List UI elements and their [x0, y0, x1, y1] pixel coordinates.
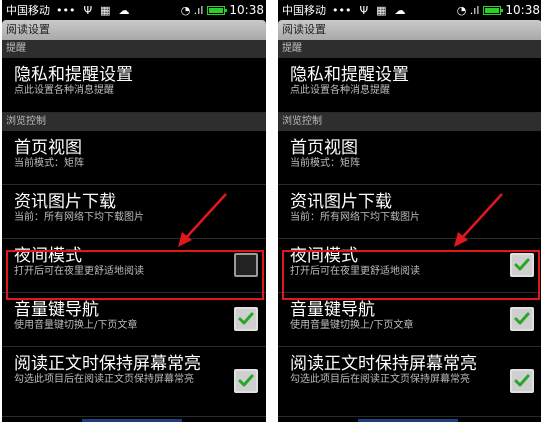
screen-on-title: 阅读正文时保持屏幕常亮: [290, 354, 477, 374]
home-view-setting[interactable]: 首页视图 当前模式：矩阵: [2, 131, 266, 185]
grid-icon: ▦: [376, 3, 387, 17]
page-title: 阅读设置: [278, 20, 541, 40]
volume-nav-subtitle: 使用音量键切换上/下页文章: [14, 320, 138, 331]
more-icon: •••: [56, 3, 76, 17]
privacy-subtitle: 点此设置各种消息提醒: [14, 85, 114, 96]
usb-icon: Ψ: [83, 3, 93, 17]
cat-icon: ☁: [118, 3, 130, 17]
clock: 10:38: [505, 3, 540, 17]
more-icon: •••: [332, 3, 352, 17]
volume-nav-checkbox[interactable]: [510, 306, 534, 331]
carrier-name: 中国移动: [282, 4, 326, 17]
cat-icon: ☁: [394, 3, 406, 17]
screen-on-setting[interactable]: 阅读正文时保持屏幕常亮 勾选此项目后在阅读正文页保持屏幕常亮: [2, 347, 266, 417]
privacy-reminder-setting[interactable]: 隐私和提醒设置 点此设置各种消息提醒: [278, 58, 541, 113]
checkmark-icon: [514, 374, 530, 386]
usb-icon: Ψ: [359, 3, 369, 17]
home-view-title: 首页视图: [290, 138, 358, 158]
status-bar: 中国移动 ••• Ψ ▦ ☁ ◔ .ıl 10:38: [278, 0, 541, 20]
privacy-title: 隐私和提醒设置: [14, 65, 133, 85]
wifi-signal-icon: ◔ .ıl: [180, 3, 204, 17]
highlight-box: [282, 250, 540, 300]
checkmark-icon: [238, 312, 254, 324]
home-view-subtitle: 当前模式：矩阵: [290, 158, 360, 169]
screen-on-checkbox[interactable]: [234, 368, 258, 393]
carrier-name: 中国移动: [6, 4, 50, 17]
status-bar: 中国移动 ••• Ψ ▦ ☁ ◔ .ıl 10:38: [2, 0, 266, 20]
battery-icon: [483, 5, 504, 15]
page-title: 阅读设置: [2, 20, 266, 40]
privacy-subtitle: 点此设置各种消息提醒: [290, 85, 390, 96]
section-header-reminder: 提醒: [2, 40, 266, 58]
screen-on-title: 阅读正文时保持屏幕常亮: [14, 354, 201, 374]
volume-nav-subtitle: 使用音量键切换上/下页文章: [290, 320, 414, 331]
red-arrow-icon: [454, 193, 503, 247]
section-header-browse: 浏览控制: [2, 113, 266, 131]
home-view-title: 首页视图: [14, 138, 82, 158]
section-header-browse: 浏览控制: [278, 113, 541, 131]
highlight-box: [6, 250, 264, 300]
clock: 10:38: [229, 3, 264, 17]
home-view-setting[interactable]: 首页视图 当前模式：矩阵: [278, 131, 541, 185]
screen-on-checkbox[interactable]: [510, 368, 534, 393]
volume-nav-checkbox[interactable]: [234, 306, 258, 331]
volume-nav-setting[interactable]: 音量键导航 使用音量键切换上/下页文章: [2, 293, 266, 347]
section-header-reminder: 提醒: [278, 40, 541, 58]
screen-on-setting[interactable]: 阅读正文时保持屏幕常亮 勾选此项目后在阅读正文页保持屏幕常亮: [278, 347, 541, 417]
grid-icon: ▦: [100, 3, 111, 17]
home-view-subtitle: 当前模式：矩阵: [14, 158, 84, 169]
screen-on-subtitle: 勾选此项目后在阅读正文页保持屏幕常亮: [14, 374, 194, 385]
privacy-title: 隐私和提醒设置: [290, 65, 409, 85]
checkmark-icon: [514, 312, 530, 324]
red-arrow-icon: [178, 193, 227, 247]
wifi-signal-icon: ◔ .ıl: [456, 3, 480, 17]
privacy-reminder-setting[interactable]: 隐私和提醒设置 点此设置各种消息提醒: [2, 58, 266, 113]
phone-screen-after: 中国移动 ••• Ψ ▦ ☁ ◔ .ıl 10:38 阅读设置 提醒 隐私和提醒…: [278, 0, 541, 422]
volume-nav-setting[interactable]: 音量键导航 使用音量键切换上/下页文章: [278, 293, 541, 347]
screen-on-subtitle: 勾选此项目后在阅读正文页保持屏幕常亮: [290, 374, 470, 385]
phone-screen-before: 中国移动 ••• Ψ ▦ ☁ ◔ .ıl 10:38 阅读设置 提醒 隐私和提醒…: [2, 0, 266, 422]
checkmark-icon: [238, 374, 254, 386]
battery-icon: [207, 5, 228, 15]
